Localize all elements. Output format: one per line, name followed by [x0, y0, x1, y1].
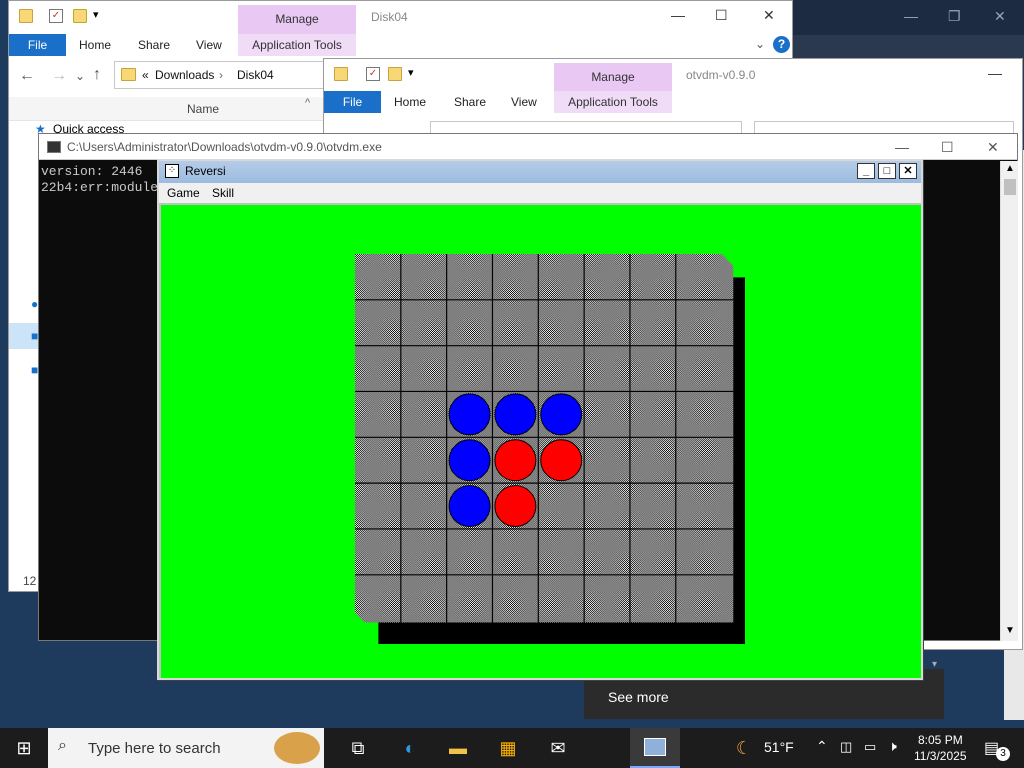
reversi-title: Reversi — [185, 164, 226, 178]
windows-start-icon[interactable]: ⊞ — [12, 736, 36, 760]
game-field — [161, 205, 921, 678]
share-tab[interactable]: Share — [454, 91, 486, 113]
chevron-down-icon[interactable]: ⌄ — [755, 37, 765, 51]
quick-access-dropdown-icon[interactable]: ▾ — [408, 66, 414, 79]
folder-icon — [19, 9, 33, 23]
console-icon — [47, 141, 61, 153]
manage-tab[interactable]: Manage — [238, 5, 356, 34]
menu-skill[interactable]: Skill — [212, 186, 234, 200]
reversi-taskbar-button[interactable] — [630, 728, 680, 768]
search-highlight-icon — [274, 732, 320, 764]
weather-icon[interactable]: ☾ — [732, 736, 756, 760]
taskbar-search[interactable]: ⌕ Type here to search — [48, 728, 324, 768]
board-surface — [355, 254, 734, 623]
volume-muted-icon[interactable]: 🕨 — [888, 738, 897, 755]
application-tools-tab[interactable]: Application Tools — [554, 91, 672, 113]
chevron-down-icon[interactable]: ▾ — [932, 659, 937, 670]
quick-access-dropdown-icon[interactable]: ▾ — [93, 8, 99, 21]
share-tab[interactable]: Share — [138, 34, 170, 56]
network-icon[interactable]: ▭ — [864, 739, 876, 755]
folder-icon — [121, 68, 136, 81]
red-piece — [494, 439, 537, 482]
maximize-icon[interactable]: □ — [878, 163, 896, 179]
home-tab[interactable]: Home — [79, 34, 111, 56]
console-title: C:\Users\Administrator\Downloads\otvdm-v… — [67, 140, 382, 154]
clock-date[interactable]: 11/3/2025 — [914, 749, 967, 763]
close-icon[interactable]: ✕ — [994, 8, 1006, 25]
restore-icon[interactable]: ❐ — [948, 8, 961, 25]
breadcrumb-downloads[interactable]: Downloads — [155, 62, 214, 88]
minimize-icon[interactable]: — — [904, 8, 918, 24]
up-icon[interactable]: ↑ — [93, 66, 101, 84]
status-item-count: 12 — [23, 574, 37, 588]
reversi-titlebar[interactable]: ⁘ Reversi _ □ ✕ — [159, 161, 921, 183]
background-window-titlebar: — ❐ ✕ — [792, 0, 1024, 35]
blue-piece — [448, 485, 491, 527]
edge-icon[interactable]: ◐ — [398, 736, 422, 760]
view-tab[interactable]: View — [511, 91, 537, 113]
app-icon[interactable]: ⁘ — [165, 164, 179, 178]
close-icon[interactable]: ✕ — [987, 134, 999, 160]
minimize-icon[interactable]: — — [671, 7, 685, 23]
application-tools-tab[interactable]: Application Tools — [238, 34, 356, 56]
reversi-board[interactable] — [355, 254, 745, 644]
properties-icon[interactable]: ✓ — [366, 67, 380, 81]
breadcrumb-disk04[interactable]: Disk04 — [237, 62, 274, 88]
file-explorer-icon[interactable]: ▬ — [446, 736, 470, 760]
minimize-icon[interactable]: _ — [857, 163, 875, 179]
breadcrumb-prefix[interactable]: « — [142, 62, 149, 88]
recent-dropdown-icon[interactable]: ⌄ — [75, 69, 85, 83]
blue-piece — [540, 393, 583, 436]
back-icon[interactable]: ← — [19, 67, 35, 85]
breadcrumb-separator-icon: › — [219, 68, 223, 82]
mail-icon[interactable]: ✉ — [546, 736, 570, 760]
forward-icon[interactable]: → — [51, 67, 67, 85]
menu-game[interactable]: Game — [167, 186, 200, 200]
name-column-header[interactable]: Name — [187, 102, 219, 116]
store-icon[interactable]: ▦ — [496, 736, 520, 760]
file-tab[interactable]: File — [9, 34, 66, 56]
task-view-icon[interactable]: ⧉ — [346, 736, 370, 760]
maximize-icon[interactable]: ☐ — [941, 134, 954, 160]
blue-piece — [494, 393, 537, 436]
file-tab[interactable]: File — [324, 91, 381, 113]
minimize-icon[interactable]: — — [988, 65, 1002, 81]
taskbar: ⊞ ⌕ Type here to search ⧉ ◐ ▬ ▦ ✉ ☾ 51°F… — [0, 728, 1024, 768]
address-bar[interactable]: « Downloads › Disk04 — [114, 61, 334, 89]
help-icon[interactable]: ? — [773, 36, 790, 53]
minimize-icon[interactable]: — — [895, 134, 909, 160]
window-title: otvdm-v0.9.0 — [686, 68, 756, 82]
clock-time[interactable]: 8:05 PM — [918, 733, 963, 747]
scrollbar-thumb[interactable] — [1004, 179, 1016, 195]
new-folder-icon[interactable] — [388, 67, 402, 81]
close-icon[interactable]: ✕ — [763, 7, 775, 24]
scroll-up-icon[interactable]: ▲ — [1005, 163, 1015, 174]
scroll-down-icon[interactable]: ▼ — [1005, 625, 1015, 636]
blue-piece — [448, 439, 491, 482]
reversi-app-icon — [644, 738, 666, 756]
reversi-window: ⁘ Reversi _ □ ✕ Game Skill — [157, 159, 923, 680]
chevron-up-icon[interactable]: ⌃ — [816, 738, 828, 755]
maximize-icon[interactable]: ☐ — [715, 7, 728, 24]
console-scrollbar[interactable]: ▲ ▼ — [1000, 161, 1018, 641]
manage-tab[interactable]: Manage — [554, 63, 672, 91]
properties-icon[interactable]: ✓ — [49, 9, 63, 23]
weather-temp[interactable]: 51°F — [764, 739, 794, 755]
blue-piece — [448, 393, 491, 436]
notification-badge: 3 — [996, 747, 1010, 761]
see-more-link[interactable]: See more — [608, 689, 669, 705]
sort-icon: ^ — [305, 97, 311, 109]
meet-now-icon[interactable]: ◫ — [840, 739, 852, 755]
search-icon: ⌕ — [58, 737, 67, 754]
red-piece — [540, 439, 583, 482]
close-icon[interactable]: ✕ — [899, 163, 917, 179]
reversi-menu: Game Skill — [159, 183, 921, 203]
home-tab[interactable]: Home — [394, 91, 426, 113]
view-tab[interactable]: View — [196, 34, 222, 56]
red-piece — [494, 485, 537, 527]
folder-icon — [334, 67, 348, 81]
new-folder-icon[interactable] — [73, 9, 87, 23]
search-placeholder: Type here to search — [88, 740, 221, 757]
window-title: Disk04 — [371, 10, 408, 24]
